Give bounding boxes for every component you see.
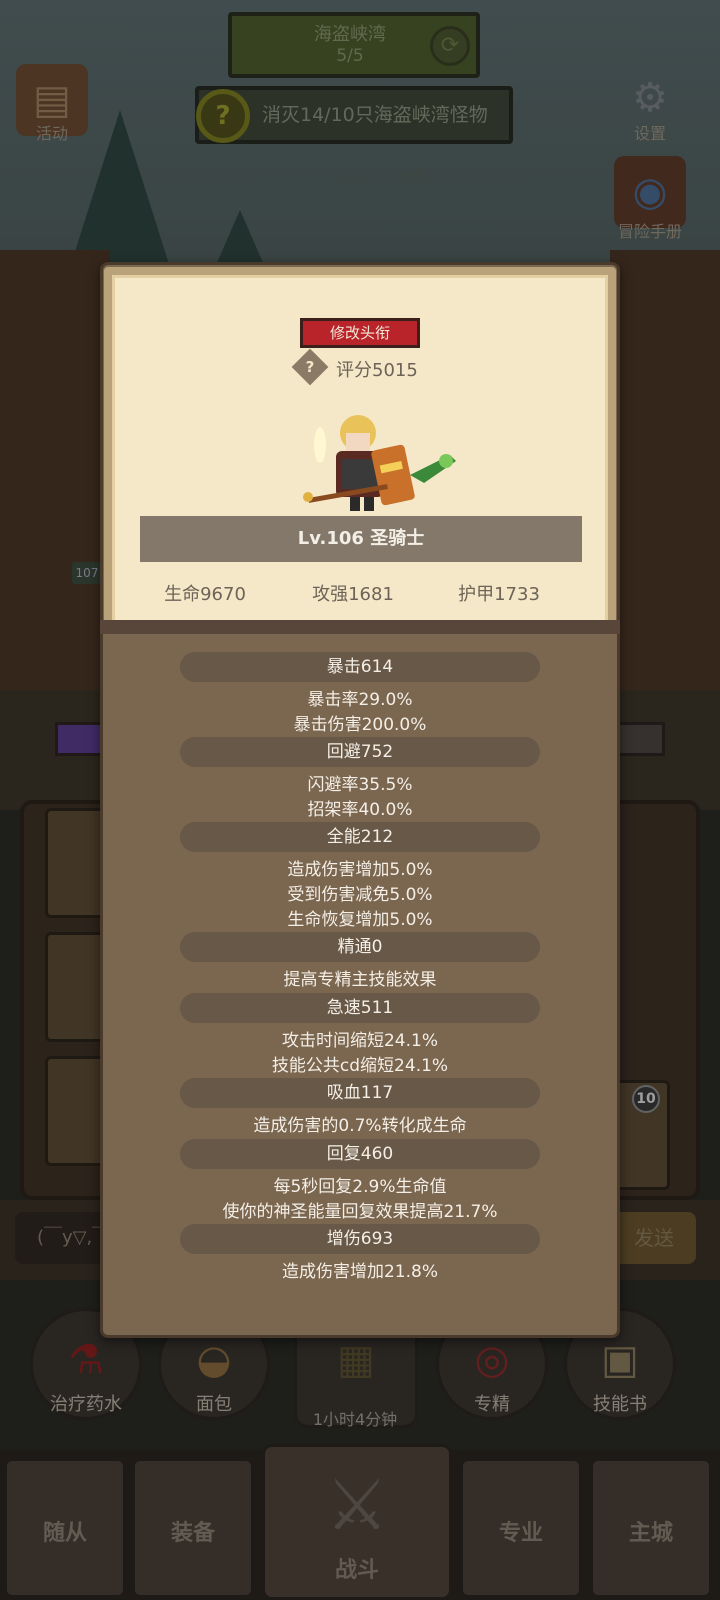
stat-line: 生命恢复增加5.0% (287, 910, 433, 930)
stat-header-crit: 暴击614 (180, 652, 540, 682)
stat-line: 造成伤害增加21.8% (281, 1262, 438, 1282)
stat-line: 闪避率35.5% (307, 775, 413, 795)
stat-header-versatility: 全能212 (180, 822, 540, 852)
paladin-portrait (303, 415, 456, 511)
card-edge (100, 620, 620, 634)
stat-header-haste: 急速511 (180, 993, 540, 1023)
armor-stat: 护甲1733 (458, 584, 540, 605)
stat-header-dodge: 回避752 (180, 737, 540, 767)
stat-line: 造成伤害增加5.0% (287, 860, 433, 880)
stat-line: 招架率40.0% (307, 800, 413, 820)
stat-line: 提高专精主技能效果 (283, 970, 437, 990)
stat-header-mastery: 精通0 (180, 932, 540, 962)
stat-header-damage: 增伤693 (180, 1224, 540, 1254)
stat-line: 每5秒回复2.9%生命值 (273, 1177, 447, 1197)
hero-name: Lv.106 圣骑士 (140, 516, 582, 562)
stat-header-leech: 吸血117 (180, 1078, 540, 1108)
stat-line: 暴击率29.0% (307, 690, 413, 710)
attack-stat: 攻强1681 (312, 584, 394, 605)
edit-title-button[interactable]: 修改头衔 (300, 318, 420, 348)
stat-line: 技能公共cd缩短24.1% (271, 1056, 449, 1076)
score-value: 评分5015 (336, 360, 418, 381)
stat-line: 受到伤害减免5.0% (287, 885, 433, 905)
help-icon: ? (305, 358, 315, 376)
stat-line: 使你的神圣能量回复效果提高21.7% (222, 1202, 498, 1222)
stat-line: 暴击伤害200.0% (293, 715, 427, 735)
stat-header-regen: 回复460 (180, 1139, 540, 1169)
stat-line: 造成伤害的0.7%转化成生命 (253, 1116, 467, 1136)
hp-stat: 生命9670 (164, 584, 246, 605)
stat-line: 攻击时间缩短24.1% (281, 1031, 438, 1051)
